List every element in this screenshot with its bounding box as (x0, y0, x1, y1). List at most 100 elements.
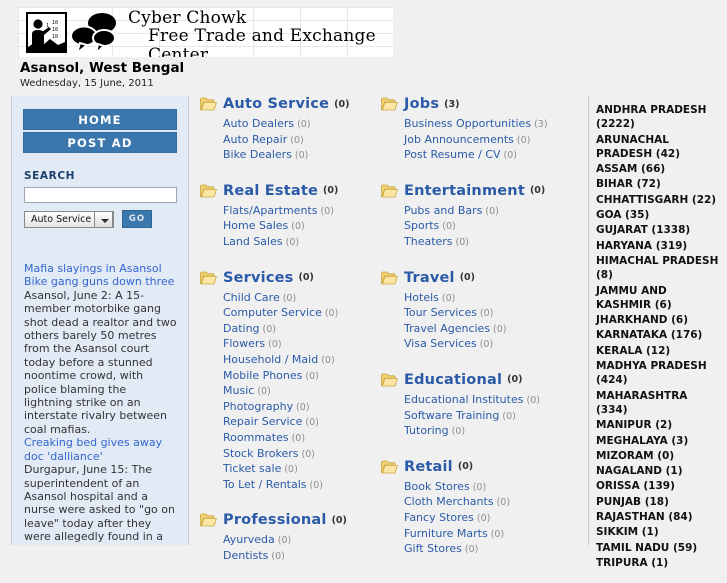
state-link[interactable]: CHHATTISGARH (22) (596, 193, 721, 207)
subcategory-item[interactable]: Software Training (0) (404, 409, 571, 425)
category-header[interactable]: Travel (0) (381, 270, 571, 286)
subcategory-item[interactable]: Roommates (0) (223, 431, 378, 447)
home-button[interactable]: HOME (23, 109, 177, 130)
subcategory-item[interactable]: Child Care (0) (223, 291, 378, 307)
news-headline[interactable]: Creaking bed gives away doc 'dalliance' (24, 436, 177, 463)
news-headline[interactable]: Mafia slayings in Asansol Bike gang guns… (24, 262, 177, 289)
subcategory-item[interactable]: Pubs and Bars (0) (404, 204, 571, 220)
subcategory-item[interactable]: Dentists (0) (223, 549, 378, 565)
subcategory-item[interactable]: Flats/Apartments (0) (223, 204, 378, 220)
category-header[interactable]: Entertainment (0) (381, 183, 571, 199)
subcategory-list: Auto Dealers (0) Auto Repair (0) Bike Dealer… (200, 117, 378, 164)
category-header[interactable]: Jobs (3) (381, 96, 571, 112)
subcategory-item[interactable]: Furniture Marts (0) (404, 527, 571, 543)
folder-icon (381, 184, 398, 198)
state-link[interactable]: NAGALAND (1) (596, 464, 721, 478)
post-ad-button[interactable]: POST AD (23, 132, 177, 153)
state-link[interactable]: MIZORAM (0) (596, 449, 721, 463)
state-link[interactable]: MANIPUR (2) (596, 418, 721, 432)
subcategory-name: Job Announcements (404, 132, 514, 146)
category-block: Services (0) Child Care (0) Computer Service… (200, 270, 378, 510)
subcategory-count: (0) (516, 134, 531, 146)
state-link[interactable]: JAMMU AND KASHMIR (6) (596, 284, 721, 313)
subcategory-item[interactable]: Household / Maid (0) (223, 353, 378, 369)
subcategory-item[interactable]: Home Sales (0) (223, 219, 378, 235)
state-link[interactable]: ORISSA (139) (596, 479, 721, 493)
subcategory-item[interactable]: Tutoring (0) (404, 424, 571, 440)
state-link[interactable]: PUNJAB (18) (596, 495, 721, 509)
subcategory-item[interactable]: Educational Institutes (0) (404, 393, 571, 409)
subcategory-item[interactable]: Repair Service (0) (223, 415, 378, 431)
site-banner: 10 10 10 1 Cyber Chowk Free Trade and Ex… (18, 7, 393, 57)
subcategory-item[interactable]: Dating (0) (223, 322, 378, 338)
subcategory-item[interactable]: Photography (0) (223, 400, 378, 416)
category-header[interactable]: Real Estate (0) (200, 183, 378, 199)
subcategory-item[interactable]: Sports (0) (404, 219, 571, 235)
state-link[interactable]: SIKKIM (1) (596, 525, 721, 539)
subcategory-item[interactable]: Ticket sale (0) (223, 462, 378, 478)
state-link[interactable]: MAHARASHTRA (334) (596, 389, 721, 418)
subcategory-count: (0) (296, 401, 310, 413)
subcategory-item[interactable]: Cloth Merchants (0) (404, 495, 571, 511)
subcategory-item[interactable]: Hotels (0) (404, 291, 571, 307)
state-link[interactable]: JHARKHAND (6) (596, 313, 721, 327)
category-header[interactable]: Professional (0) (200, 512, 378, 528)
subcategory-item[interactable]: Theaters (0) (404, 235, 571, 251)
subcategory-item[interactable]: Stock Brokers (0) (223, 447, 378, 463)
subcategory-item[interactable]: Business Opportunities (3) (404, 117, 571, 133)
category-title: Services (223, 269, 294, 286)
subcategory-name: Child Care (223, 290, 280, 304)
category-count: (0) (507, 374, 523, 386)
subcategory-item[interactable]: Travel Agencies (0) (404, 322, 571, 338)
category-select[interactable]: Auto Service (24, 210, 114, 228)
chevron-down-icon[interactable] (94, 210, 113, 228)
state-link[interactable]: ANDHRA PRADESH (2222) (596, 103, 721, 132)
state-link[interactable]: HARYANA (319) (596, 239, 721, 253)
category-header[interactable]: Educational (0) (381, 372, 571, 388)
subcategory-item[interactable]: Land Sales (0) (223, 235, 378, 251)
go-button[interactable]: GO (122, 210, 152, 228)
subcategory-item[interactable]: Flowers (0) (223, 337, 378, 353)
category-spacer (381, 558, 571, 574)
category-header[interactable]: Retail (0) (381, 459, 571, 475)
state-link[interactable]: RAJASTHAN (84) (596, 510, 721, 524)
state-link[interactable]: MEGHALAYA (3) (596, 434, 721, 448)
subcategory-item[interactable]: To Let / Rentals (0) (223, 478, 378, 494)
subcategory-item[interactable]: Mobile Phones (0) (223, 369, 378, 385)
subcategory-count: (0) (320, 205, 334, 217)
news-body: Durgapur, June 15: The superintendent of… (24, 463, 175, 544)
subcategory-name: Book Stores (404, 479, 470, 493)
subcategory-item[interactable]: Fancy Stores (0) (404, 511, 571, 527)
state-link[interactable]: KERALA (12) (596, 344, 721, 358)
state-link[interactable]: GOA (35) (596, 208, 721, 222)
subcategory-count: (0) (493, 323, 507, 335)
subcategory-name: Auto Dealers (223, 117, 295, 130)
subcategory-item[interactable]: Book Stores (0) (404, 480, 571, 496)
state-link[interactable]: ARUNACHAL PRADESH (42) (596, 133, 721, 162)
subcategory-item[interactable]: Computer Service (0) (223, 306, 378, 322)
subcategory-item[interactable]: Auto Dealers (0) (223, 117, 378, 133)
subcategory-count: (0) (309, 479, 323, 491)
state-link[interactable]: TRIPURA (1) (596, 556, 721, 570)
search-input[interactable] (24, 187, 177, 203)
state-link[interactable]: BIHAR (72) (596, 177, 721, 191)
subcategory-item[interactable]: Bike Dealers (0) (223, 148, 378, 164)
subcategory-item[interactable]: Job Announcements (0) (404, 133, 571, 149)
state-link[interactable]: TAMIL NADU (59) (596, 541, 721, 555)
state-link[interactable]: ASSAM (66) (596, 162, 721, 176)
subcategory-item[interactable]: Auto Repair (0) (223, 133, 378, 149)
subcategory-item[interactable]: Visa Services (0) (404, 337, 571, 353)
category-header[interactable]: Services (0) (200, 270, 378, 286)
state-link[interactable]: GUJARAT (1338) (596, 223, 721, 237)
subcategory-item[interactable]: Tour Services (0) (404, 306, 571, 322)
category-count: (0) (331, 514, 347, 526)
state-link[interactable]: HIMACHAL PRADESH (8) (596, 254, 721, 283)
state-link[interactable]: KARNATAKA (176) (596, 328, 721, 342)
state-link[interactable]: MADHYA PRADESH (424) (596, 359, 721, 388)
subcategory-item[interactable]: Music (0) (223, 384, 378, 400)
subcategory-item[interactable]: Ayurveda (0) (223, 533, 378, 549)
subcategory-item[interactable]: Gift Stores (0) (404, 542, 571, 558)
category-header[interactable]: Auto Service (0) (200, 96, 378, 112)
subcategory-item[interactable]: Post Resume / CV (0) (404, 148, 571, 164)
subcategory-count: (0) (282, 292, 297, 304)
